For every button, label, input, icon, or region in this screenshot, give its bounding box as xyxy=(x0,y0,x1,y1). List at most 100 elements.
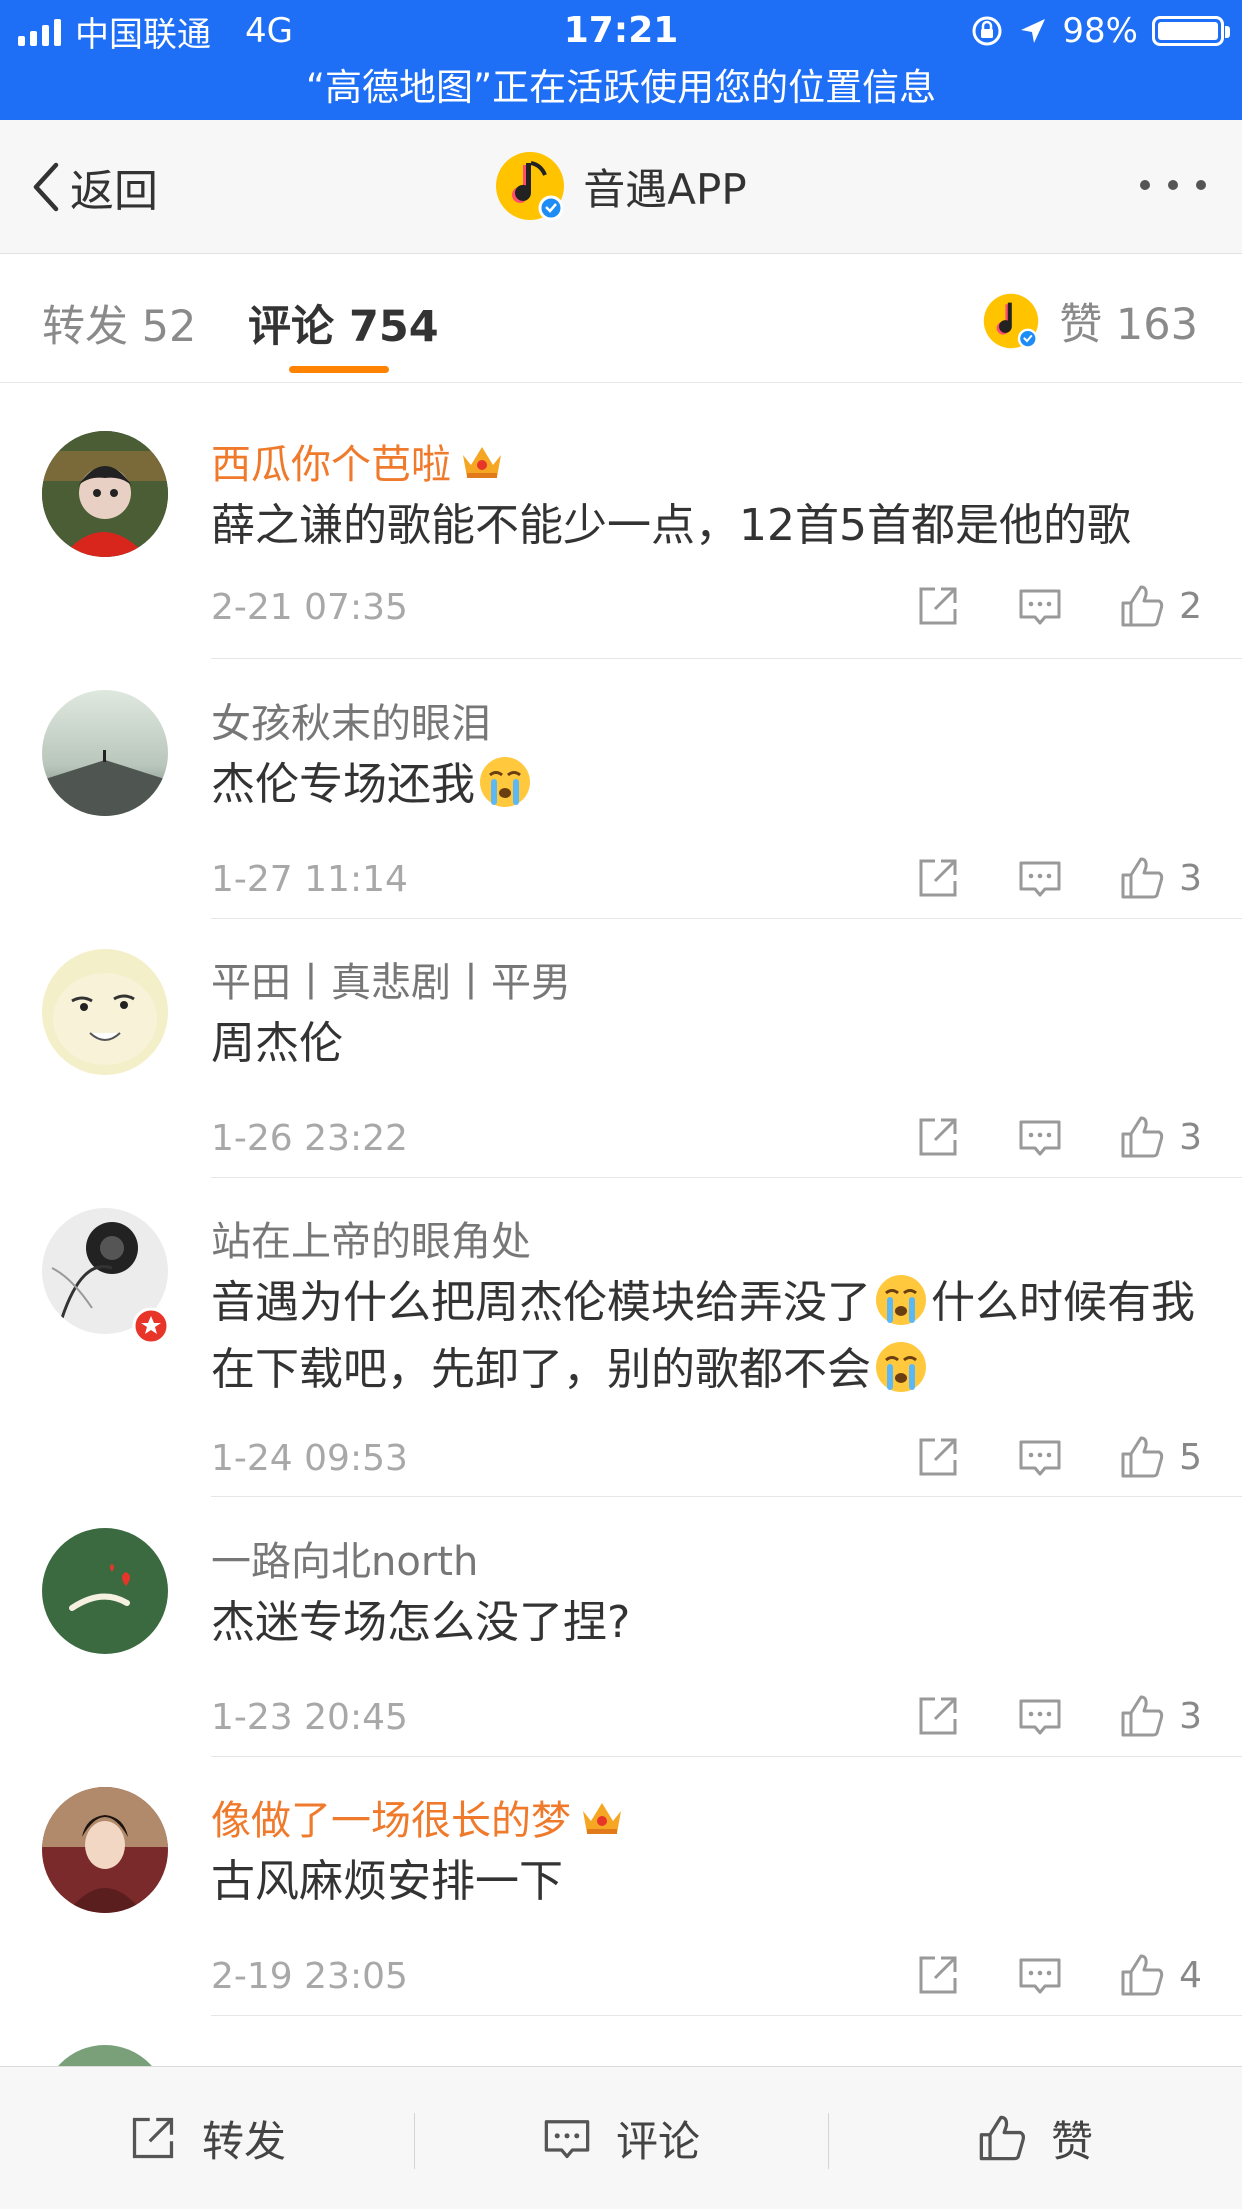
comment-icon[interactable] xyxy=(1017,1693,1063,1739)
location-arrow-icon xyxy=(1021,19,1046,43)
app-logo-icon xyxy=(495,151,565,221)
repost-button[interactable]: 转发 xyxy=(0,2067,414,2209)
comment-actions: 3 xyxy=(915,1114,1202,1160)
comment-time: 1-26 23:22 xyxy=(211,1118,408,1159)
comment-time: 1-24 09:53 xyxy=(211,1438,408,1479)
battery-icon xyxy=(1152,16,1230,46)
author-name: 一路向北north xyxy=(211,1539,479,1585)
comment-icon[interactable] xyxy=(1017,855,1063,901)
comment-author[interactable]: 一路向北north xyxy=(211,1529,478,1587)
avatar[interactable] xyxy=(42,431,168,557)
repost-icon[interactable] xyxy=(915,855,961,901)
divider xyxy=(211,1177,1242,1178)
rotation-lock-icon xyxy=(972,16,1002,46)
crying-emoji-icon xyxy=(480,757,530,807)
avatar[interactable] xyxy=(42,949,168,1075)
comment-text: 杰伦专场还我 xyxy=(211,751,1211,818)
comment-author[interactable]: 站在上帝的眼角处 xyxy=(211,1209,531,1267)
vip-crown-icon xyxy=(583,1803,621,1834)
location-banner[interactable]: “高德地图”正在活跃使用您的位置信息 xyxy=(0,62,1242,114)
avatar[interactable] xyxy=(42,690,168,816)
avatar[interactable] xyxy=(42,1528,168,1654)
comment-icon[interactable] xyxy=(1017,1434,1063,1480)
comment-time: 2-19 23:05 xyxy=(211,1956,408,1997)
like-button[interactable]: 赞 xyxy=(828,2067,1242,2209)
like-count: 3 xyxy=(1179,1695,1202,1737)
comment-actions: 4 xyxy=(915,1952,1202,1998)
like-count: 4 xyxy=(1179,1954,1202,1996)
thumbs-up-icon[interactable] xyxy=(1119,1434,1165,1480)
author-name: 平田丨真悲剧丨平男 xyxy=(211,960,571,1006)
comment-text: 杰迷专场怎么没了捏? xyxy=(211,1597,631,1648)
author-name: 像做了一场很长的梦 xyxy=(211,1798,571,1844)
comment-author[interactable]: 像做了一场很长的梦 xyxy=(211,1788,625,1846)
status-right: 98% xyxy=(970,8,1230,54)
comment-text: 古风麻烦安排一下 xyxy=(211,1856,563,1907)
comment-actions: 5 xyxy=(915,1434,1202,1480)
divider xyxy=(211,658,1242,659)
crying-emoji-icon xyxy=(876,1275,926,1325)
crying-emoji-icon xyxy=(876,1342,926,1392)
comment-author[interactable]: 西瓜你个芭啦 xyxy=(211,432,505,490)
thumbs-up-icon[interactable] xyxy=(1119,1114,1165,1160)
thumbs-up-icon[interactable] xyxy=(1119,855,1165,901)
comment-actions: 3 xyxy=(915,1693,1202,1739)
comment-time: 1-27 11:14 xyxy=(211,859,408,900)
comment-icon xyxy=(544,2120,590,2159)
comment-text-content: 杰伦专场还我 xyxy=(211,759,475,810)
comment-actions: 3 xyxy=(915,855,1202,901)
app-logo-icon xyxy=(983,293,1039,349)
comment-text: 音遇为什么把周杰伦模块给弄没了 什么时候有我在下载吧，先卸了，别的歌都不会 xyxy=(211,1269,1211,1403)
status-bar: 中国联通 4G 17:21 98% “高德地图”正在活跃使用您的位置信息 xyxy=(0,0,1242,120)
author-name: 西瓜你个芭啦 xyxy=(211,442,451,488)
like-count: 2 xyxy=(1179,585,1202,627)
repost-icon[interactable] xyxy=(915,583,961,629)
comment-time: 2-21 07:35 xyxy=(211,587,408,628)
bottom-toolbar: 转发 评论 赞 xyxy=(0,2066,1242,2209)
page-title: 音遇APP xyxy=(583,164,747,214)
divider xyxy=(211,2015,1242,2016)
comment-time: 1-23 20:45 xyxy=(211,1697,408,1738)
more-dot-icon xyxy=(1140,180,1150,190)
comment-text: 薛之谦的歌能不能少一点，12首5首都是他的歌 xyxy=(211,500,1131,551)
tab-repost[interactable]: 转发 52 xyxy=(42,292,196,354)
repost-icon[interactable] xyxy=(915,1693,961,1739)
active-tab-indicator xyxy=(289,366,389,373)
comment-icon[interactable] xyxy=(1017,1114,1063,1160)
comment-button[interactable]: 评论 xyxy=(414,2067,828,2209)
tab-bar: 转发 52 评论 754 赞 163 xyxy=(0,254,1242,383)
like-count: 5 xyxy=(1179,1436,1202,1478)
thumbs-up-icon[interactable] xyxy=(1119,1952,1165,1998)
repost-icon[interactable] xyxy=(915,1952,961,1998)
comment-author[interactable]: 女孩秋末的眼泪 xyxy=(211,691,491,749)
like-count: 3 xyxy=(1179,857,1202,899)
tab-likes[interactable]: 赞 163 xyxy=(983,290,1198,352)
divider xyxy=(211,1756,1242,1757)
thumbs-up-icon[interactable] xyxy=(1119,583,1165,629)
tab-comments[interactable]: 评论 754 xyxy=(248,292,439,354)
more-dot-icon xyxy=(1196,180,1206,190)
thumbs-up-icon xyxy=(979,2115,1025,2161)
avatar[interactable] xyxy=(42,1787,168,1913)
verified-badge-icon xyxy=(132,1307,170,1345)
like-label: 赞 xyxy=(1050,2116,1093,2166)
comment-label: 评论 xyxy=(615,2116,700,2166)
repost-icon[interactable] xyxy=(915,1434,961,1480)
comment-author[interactable]: 平田丨真悲剧丨平男 xyxy=(211,950,571,1008)
thumbs-up-icon[interactable] xyxy=(1119,1693,1165,1739)
comment-actions: 2 xyxy=(915,583,1202,629)
more-dot-icon xyxy=(1168,180,1178,190)
like-count: 3 xyxy=(1179,1116,1202,1158)
author-name: 站在上帝的眼角处 xyxy=(211,1219,531,1265)
repost-icon xyxy=(132,2117,174,2159)
repost-label: 转发 xyxy=(201,2116,286,2166)
divider xyxy=(211,1496,1242,1497)
nav-bar: 返回 音遇APP xyxy=(0,120,1242,254)
battery-percent: 98% xyxy=(1062,11,1138,51)
comment-icon[interactable] xyxy=(1017,1952,1063,1998)
nav-title[interactable]: 音遇APP xyxy=(0,150,1242,222)
more-menu-button[interactable] xyxy=(1140,180,1206,190)
comment-text-part: 音遇为什么把周杰伦模块给弄没了 xyxy=(211,1277,871,1328)
comment-icon[interactable] xyxy=(1017,583,1063,629)
repost-icon[interactable] xyxy=(915,1114,961,1160)
